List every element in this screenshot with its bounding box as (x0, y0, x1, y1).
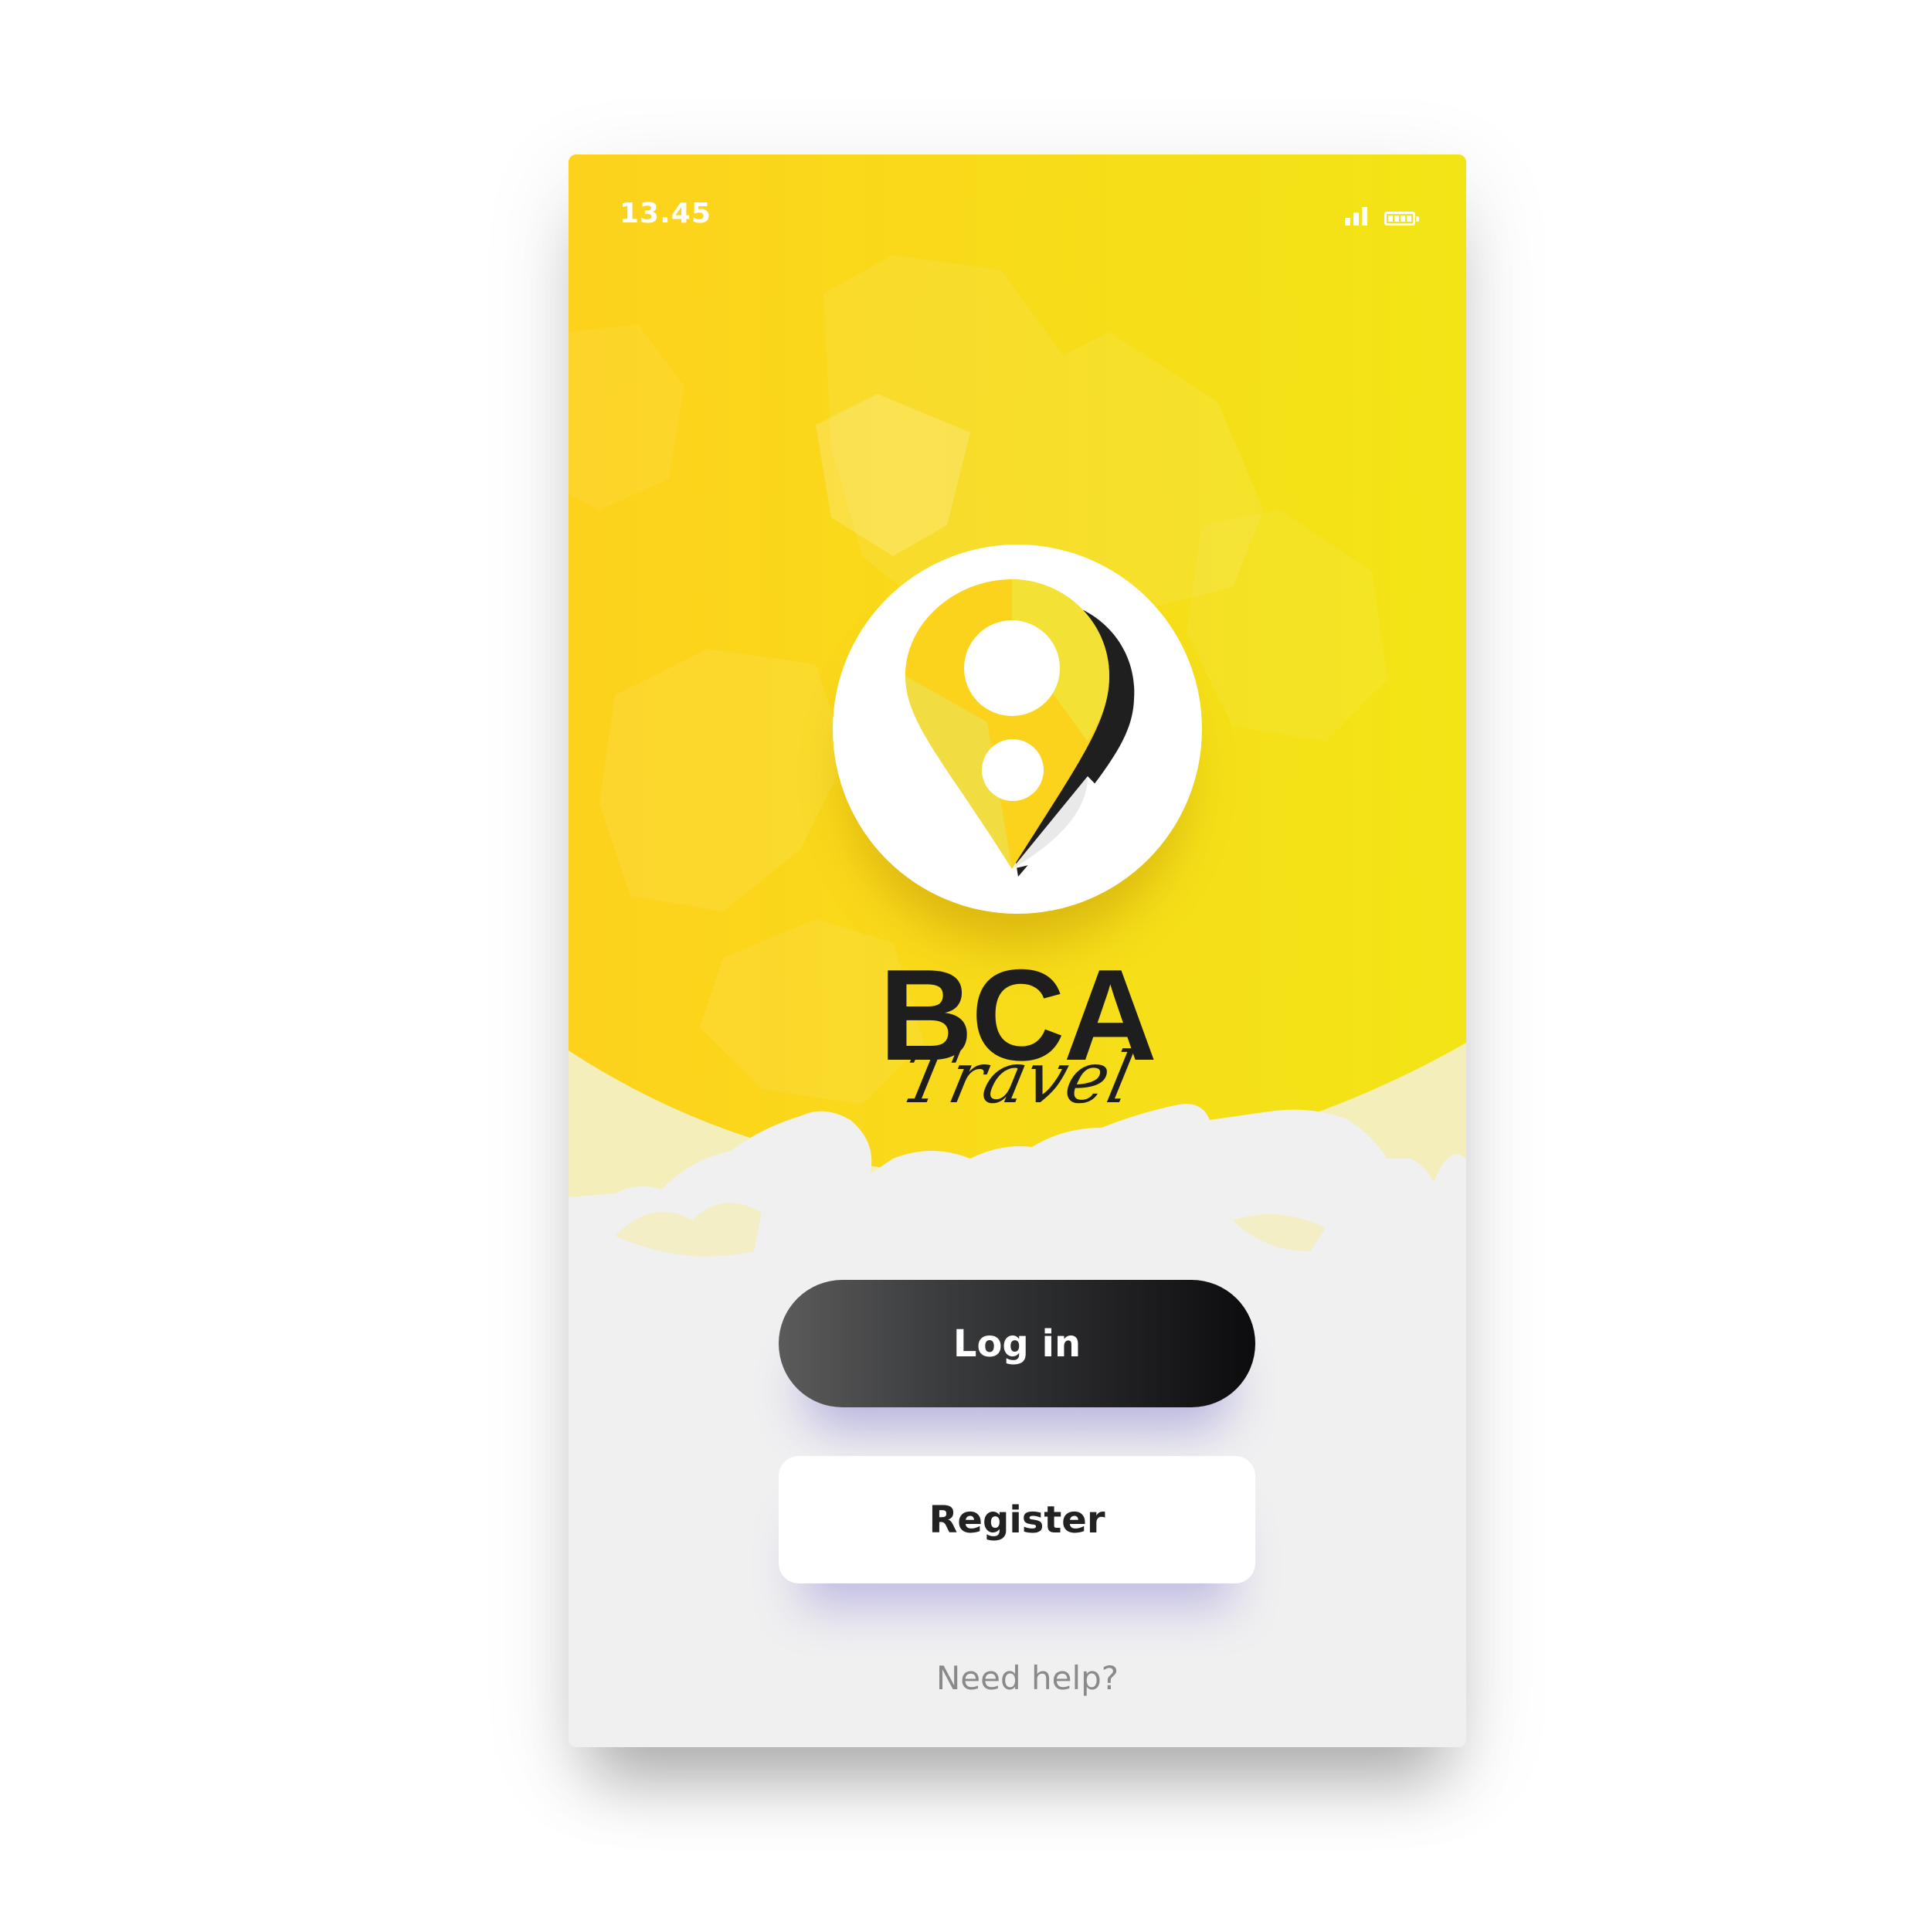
login-button[interactable]: Log in (779, 1280, 1255, 1407)
phone-screen: 13.45 BCA Travel Log in Register Need he… (569, 154, 1466, 1747)
help-link[interactable]: Need help? (569, 1659, 1466, 1697)
status-icons (1345, 204, 1419, 226)
logo-badge (833, 545, 1202, 914)
battery-full-icon (1384, 212, 1419, 226)
hero-background: 13.45 BCA Travel (569, 154, 1466, 1429)
map-pin-icon (905, 579, 1135, 877)
register-button[interactable]: Register (779, 1456, 1255, 1583)
brand-tagline: Travel (894, 1037, 1141, 1119)
signal-bars-icon (1345, 204, 1367, 226)
status-time: 13.45 (620, 198, 711, 229)
